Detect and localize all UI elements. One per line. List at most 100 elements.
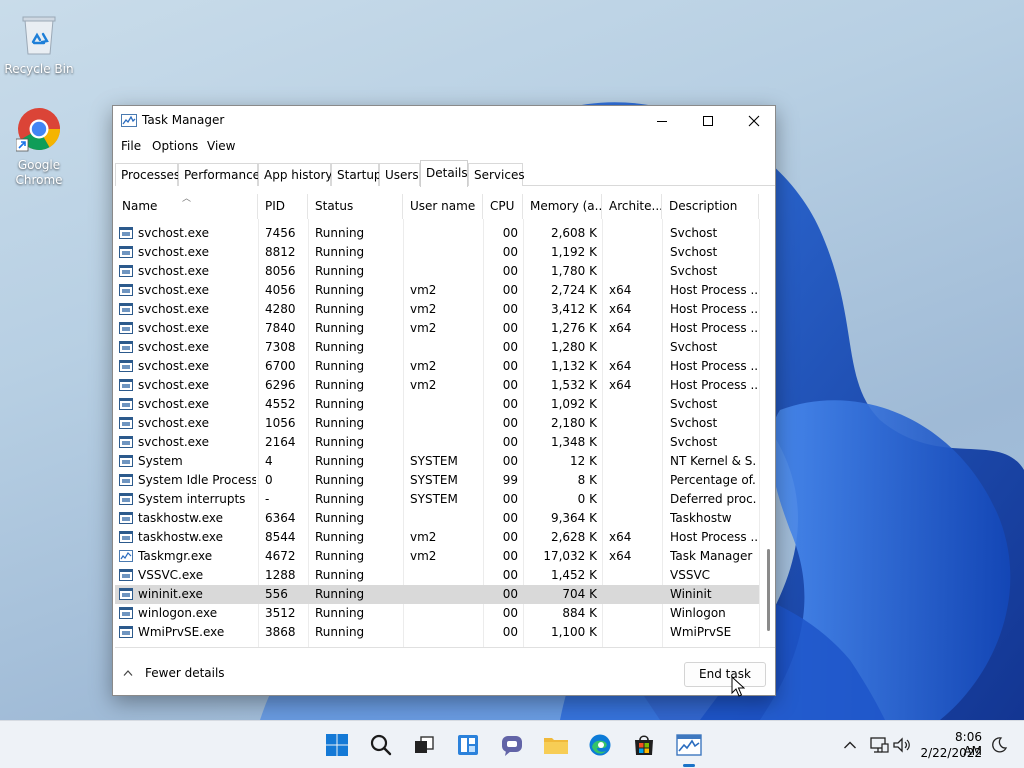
minimize-button[interactable] [639, 106, 685, 136]
column-header-memory[interactable]: Memory (a... [523, 194, 602, 219]
scrollbar-thumb[interactable] [767, 549, 770, 631]
cell-user: vm2 [410, 302, 437, 316]
table-row[interactable]: svchost.exe 7840 Running vm2 00 1,276 K x64 Hos… [115, 319, 759, 338]
tab-startup[interactable]: Startup [331, 163, 382, 186]
table-row[interactable]: svchost.exe 7456 Running 00 2,608 K Svchost [115, 224, 759, 243]
column-header-description[interactable]: Description [662, 194, 759, 219]
table-row[interactable]: svchost.exe 4552 Running 00 1,092 K Svchost [115, 395, 759, 414]
process-window-icon [119, 341, 133, 353]
desktop-icon-google-chrome[interactable]: Google Chrome [1, 106, 77, 188]
task-manager-taskbar-button[interactable] [675, 731, 703, 759]
table-row[interactable]: svchost.exe 6296 Running vm2 00 1,532 K x64 Hos… [115, 376, 759, 395]
title-bar[interactable]: Task Manager [113, 106, 775, 136]
cell-name: svchost.exe [138, 359, 209, 373]
task-view-button[interactable] [410, 731, 438, 759]
cell-pid: 3512 [265, 606, 296, 620]
cell-cpu: 00 [502, 568, 518, 582]
fewer-details-label: Fewer details [145, 666, 225, 680]
table-row[interactable]: svchost.exe 4280 Running vm2 00 3,412 K x64 Hos… [115, 300, 759, 319]
search-icon [370, 734, 392, 756]
cell-pid: 6296 [265, 378, 296, 392]
volume-icon [893, 737, 910, 753]
clock-date[interactable]: 2/22/2022 [918, 746, 982, 760]
cell-pid: - [265, 492, 270, 506]
vertical-scrollbar[interactable] [761, 194, 775, 647]
maximize-button[interactable] [685, 106, 731, 136]
cell-memory: 1,132 K [550, 359, 597, 373]
table-row[interactable]: svchost.exe 1056 Running 00 2,180 K Svchost [115, 414, 759, 433]
cell-desc: Percentage of... [670, 473, 757, 487]
cell-memory: 2,724 K [550, 283, 597, 297]
table-row[interactable]: taskhostw.exe 8544 Running vm2 00 2,628 K x64 H… [115, 528, 759, 547]
tab-users[interactable]: Users [379, 163, 420, 186]
cell-memory: 1,092 K [550, 397, 597, 411]
table-row[interactable]: winlogon.exe 3512 Running 00 884 K Winlogon [115, 604, 759, 623]
menu-view[interactable]: View [207, 139, 235, 153]
table-row[interactable]: svchost.exe 7308 Running 00 1,280 K Svchost [115, 338, 759, 357]
process-window-icon [119, 588, 133, 600]
taskbar: 8:06 AM 2/22/2022 [0, 720, 1024, 768]
cell-desc: Host Process ... [670, 283, 757, 297]
focus-assist-moon-icon [992, 737, 1008, 753]
desktop-icon-recycle-bin[interactable]: Recycle Bin [1, 12, 77, 77]
process-window-icon [119, 265, 133, 277]
show-hidden-icons-button[interactable] [836, 731, 864, 759]
column-header-architecture[interactable]: Archite... [602, 194, 662, 219]
tab-processes[interactable]: Processes [115, 163, 180, 186]
table-row[interactable]: svchost.exe 8812 Running 00 1,192 K Svchost [115, 243, 759, 262]
menu-options[interactable]: Options [152, 139, 198, 153]
table-row[interactable]: System Idle Process 0 Running SYSTEM 99 8 K Pe… [115, 471, 759, 490]
start-button[interactable] [323, 731, 351, 759]
file-explorer-button[interactable] [542, 731, 570, 759]
tab-details[interactable]: Details [420, 160, 468, 187]
chat-button[interactable] [498, 731, 526, 759]
table-row[interactable]: svchost.exe 2164 Running 00 1,348 K Svchost [115, 433, 759, 452]
column-header-name[interactable]: Name [115, 194, 258, 219]
column-header-cpu[interactable]: CPU [483, 194, 523, 219]
table-row[interactable]: VSSVC.exe 1288 Running 00 1,452 K VSSVC [115, 566, 759, 585]
cell-pid: 8812 [265, 245, 296, 259]
table-row[interactable]: svchost.exe 6700 Running vm2 00 1,132 K x64 Hos… [115, 357, 759, 376]
cell-cpu: 99 [502, 473, 518, 487]
process-window-icon [119, 379, 133, 391]
start-icon [326, 734, 348, 756]
process-window-icon [119, 436, 133, 448]
cell-memory: 1,532 K [550, 378, 597, 392]
cell-status: Running [315, 625, 365, 639]
cell-status: Running [315, 321, 365, 335]
table-row[interactable]: Taskmgr.exe 4672 Running vm2 00 17,032 K x64 Ta… [115, 547, 759, 566]
close-button[interactable] [731, 106, 777, 136]
cell-memory: 8 K [577, 473, 597, 487]
table-row[interactable]: wininit.exe 556 Running 00 704 K Wininit [115, 585, 759, 604]
search-button[interactable] [367, 731, 395, 759]
tab-app-history[interactable]: App history [258, 163, 333, 186]
table-row[interactable]: System interrupts - Running SYSTEM 00 0 K Defe… [115, 490, 759, 509]
cell-user: vm2 [410, 378, 437, 392]
process-table: ︿ Name PID Status User name CPU Memory (… [115, 194, 775, 648]
fewer-details-button[interactable]: Fewer details [123, 666, 225, 680]
edge-button[interactable] [586, 731, 614, 759]
edge-icon [589, 734, 611, 756]
column-header-pid[interactable]: PID [258, 194, 308, 219]
table-row[interactable]: WmiPrvSE.exe 3868 Running 00 1,100 K WmiPrvSE [115, 623, 759, 642]
column-header-status[interactable]: Status [308, 194, 403, 219]
cell-cpu: 00 [502, 625, 518, 639]
tab-performance[interactable]: Performance [178, 163, 260, 186]
table-row[interactable]: svchost.exe 8056 Running 00 1,780 K Svchost [115, 262, 759, 281]
table-row[interactable]: svchost.exe 4056 Running vm2 00 2,724 K x64 Hos… [115, 281, 759, 300]
volume-button[interactable] [888, 731, 916, 759]
column-header-user-name[interactable]: User name [403, 194, 483, 219]
cell-cpu: 00 [502, 302, 518, 316]
table-row[interactable]: System 4 Running SYSTEM 00 12 K NT Kernel & S.… [115, 452, 759, 471]
cell-name: winlogon.exe [138, 606, 218, 620]
menu-file[interactable]: File [121, 139, 141, 153]
cell-desc: VSSVC [670, 568, 711, 582]
widgets-button[interactable] [454, 731, 482, 759]
cell-user: SYSTEM [410, 454, 458, 468]
end-task-button[interactable]: End task [684, 662, 766, 687]
cell-status: Running [315, 492, 365, 506]
notifications-button[interactable] [985, 731, 1013, 759]
store-button[interactable] [630, 731, 658, 759]
tab-services[interactable]: Services [468, 163, 525, 186]
table-row[interactable]: taskhostw.exe 6364 Running 00 9,364 K Taskhos… [115, 509, 759, 528]
